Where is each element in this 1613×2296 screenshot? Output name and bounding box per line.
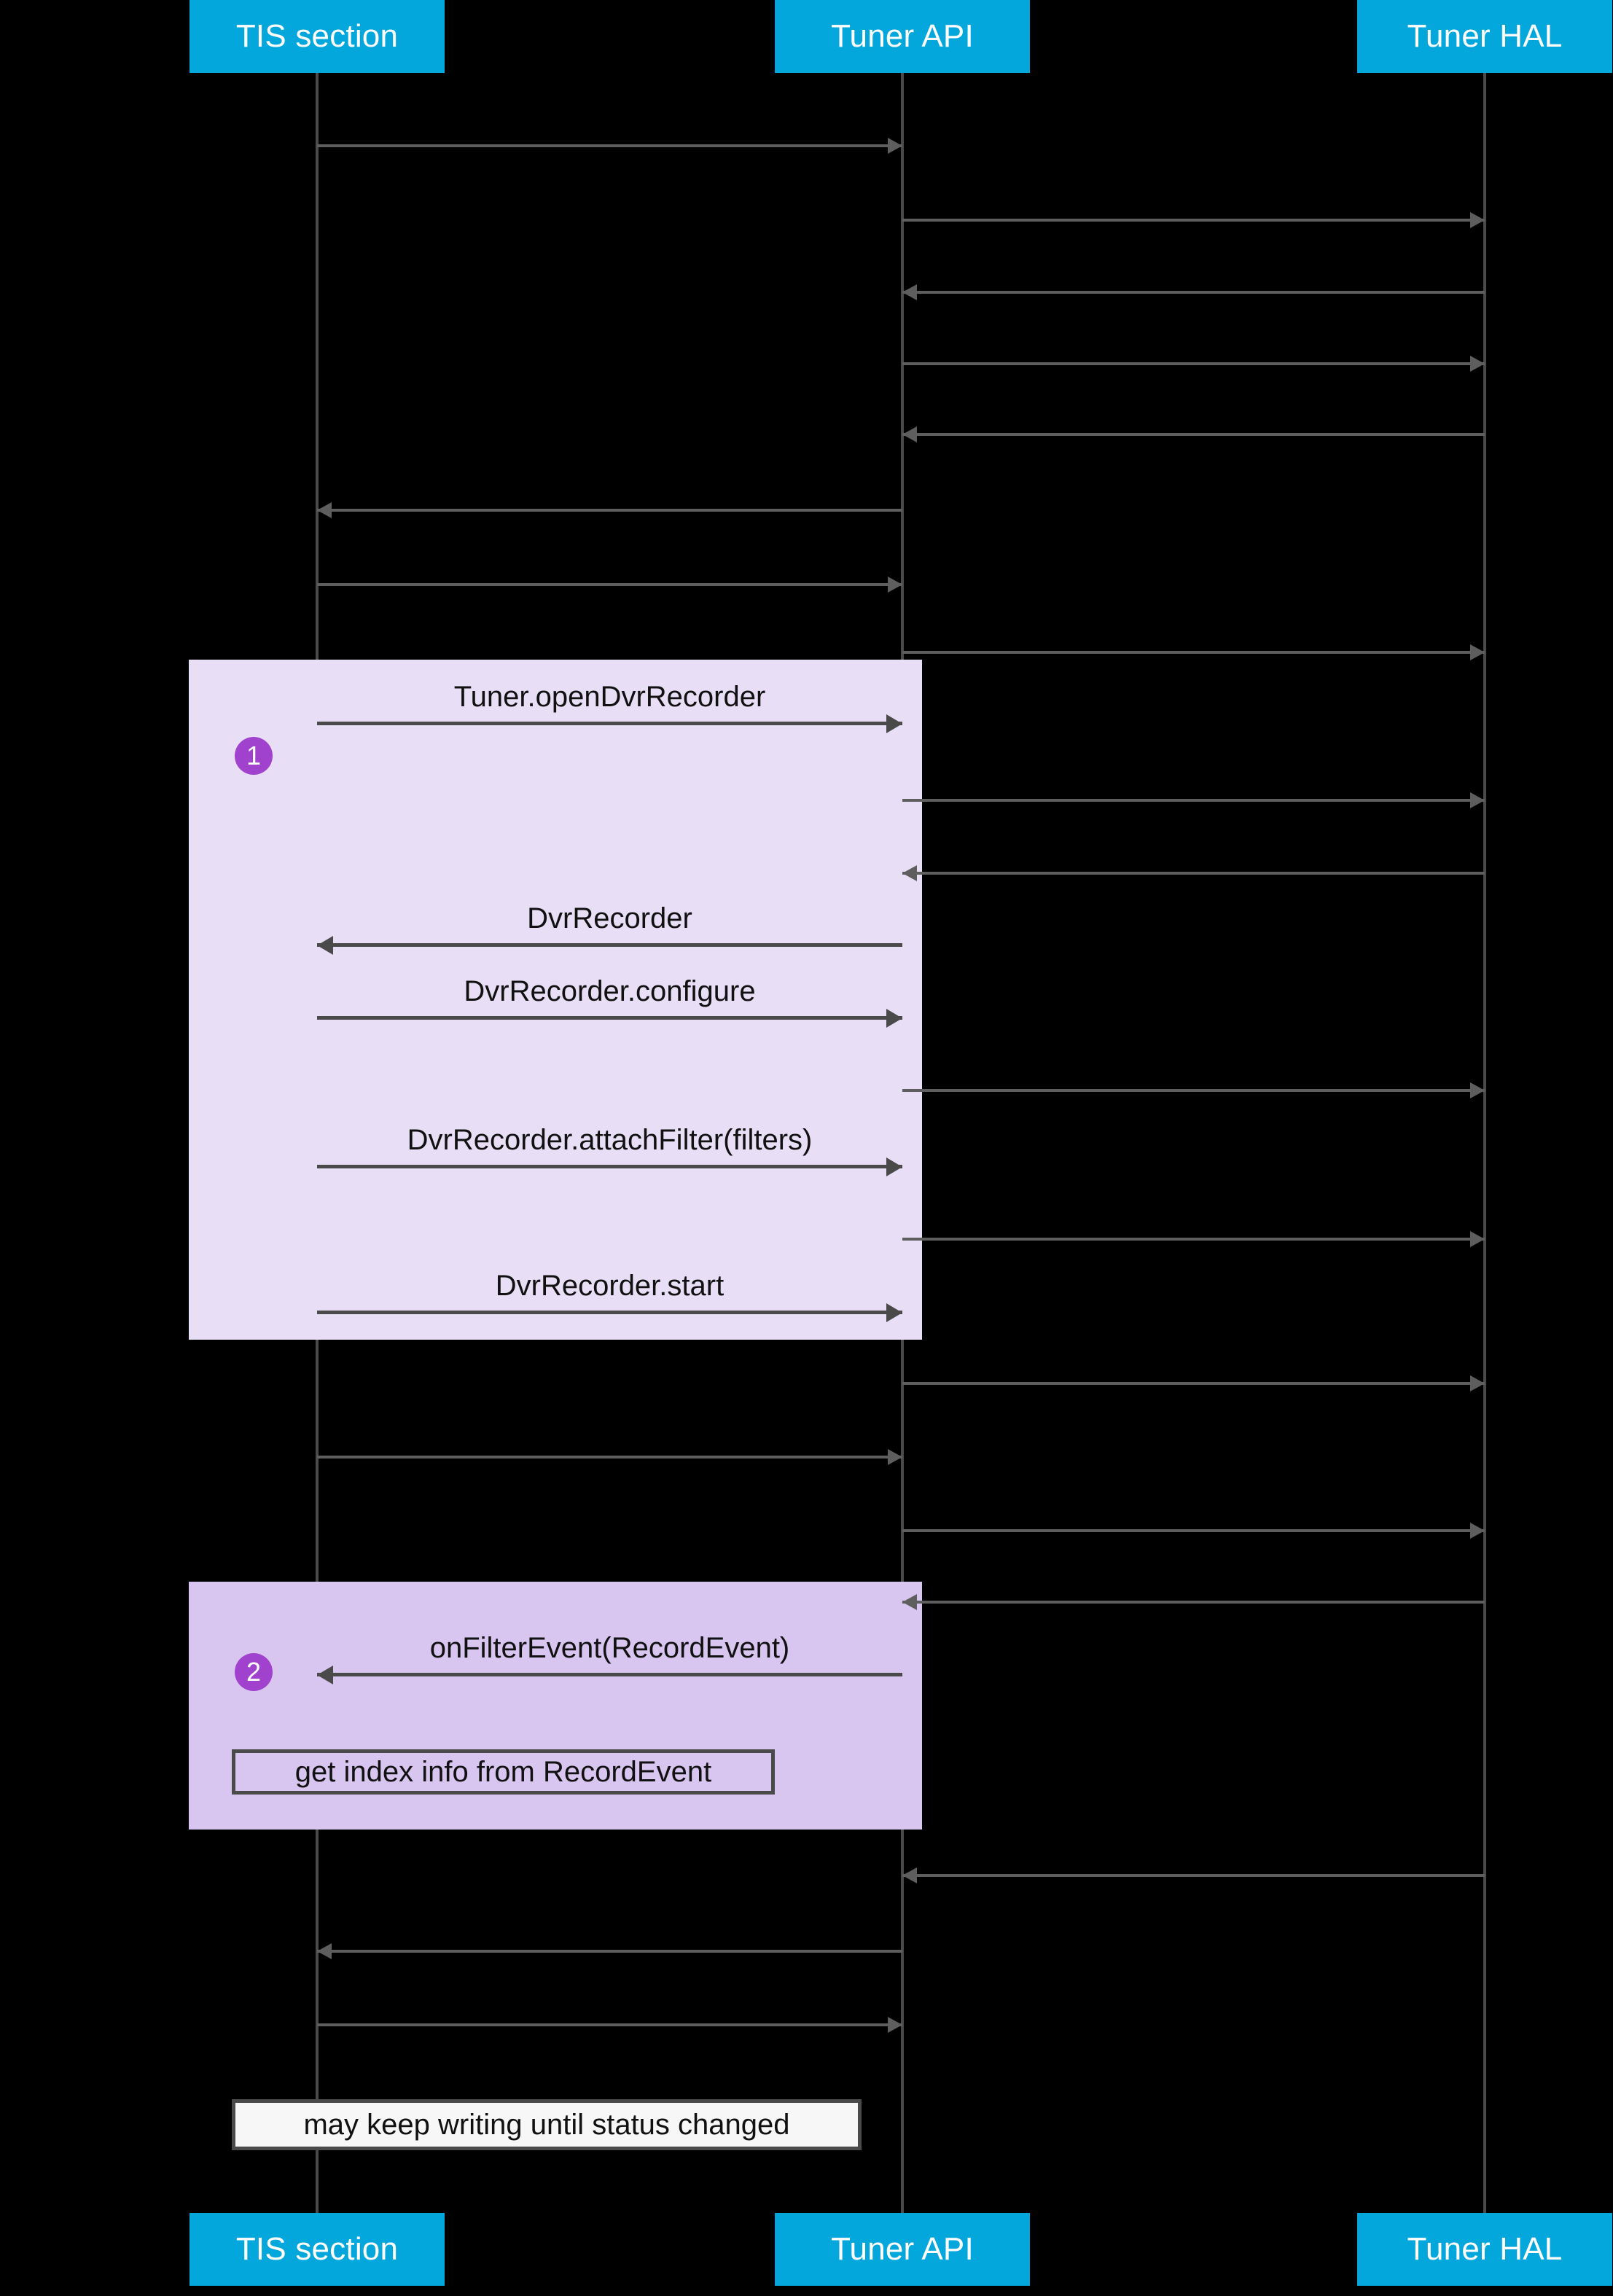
message-arrowhead-m01 (888, 138, 902, 154)
message-arrowhead-m08 (1470, 644, 1485, 660)
message-label-m13: DvrRecorder.configure (464, 975, 756, 1007)
sequence-diagram-canvas: 1 2 Tuner.openDvrRecorder DvrRecorder DvrRe… (0, 0, 1613, 2296)
message-arrowhead-m04 (1470, 356, 1485, 372)
message-line-m03 (902, 291, 1485, 294)
note-keep-writing: may keep writing until status changed (232, 2099, 862, 2150)
message-arrowhead-m07 (888, 577, 902, 593)
message-arrowhead-m03 (902, 284, 917, 300)
message-label-m17: DvrRecorder.start (495, 1270, 725, 1302)
message-arrowhead-m14 (1470, 1082, 1485, 1098)
message-arrowhead-m09 (886, 714, 902, 733)
footer-participant-hal[interactable]: Tuner HAL (1357, 2213, 1612, 2286)
message-line-m17 (317, 1311, 902, 1314)
footer-participant-tis[interactable]: TIS section (190, 2213, 445, 2286)
activation-bar-tuner-api (901, 1166, 922, 1241)
message-line-m10 (902, 799, 1485, 802)
message-arrowhead-m21 (902, 1594, 917, 1610)
message-line-m16 (902, 1238, 1485, 1241)
message-label-m22: onFilterEvent(RecordEvent) (429, 1632, 790, 1664)
message-arrowhead-m11 (902, 865, 917, 881)
group-badge-1: 1 (235, 737, 273, 775)
header-participant-tis[interactable]: TIS section (190, 0, 445, 73)
footer-participant-api[interactable]: Tuner API (775, 2213, 1030, 2286)
message-arrowhead-m19 (888, 1449, 902, 1465)
message-line-m06 (317, 509, 902, 512)
message-arrowhead-m10 (1470, 792, 1485, 808)
activation-bar-tuner-api (901, 802, 922, 1008)
message-label-m12: DvrRecorder (527, 902, 692, 934)
message-line-m23 (902, 1874, 1485, 1877)
message-label-m09: Tuner.openDvrRecorder (453, 681, 766, 713)
message-line-m02 (902, 219, 1485, 222)
activation-bar-tuner-api (901, 660, 922, 791)
message-line-m18 (902, 1382, 1485, 1385)
message-line-m08 (902, 651, 1485, 654)
message-arrowhead-m22 (317, 1665, 333, 1684)
message-line-m15 (317, 1165, 902, 1168)
message-arrowhead-m24 (317, 1943, 332, 1959)
message-line-m09 (317, 722, 902, 725)
message-arrowhead-m16 (1470, 1231, 1485, 1247)
message-line-m07 (317, 583, 902, 586)
activation-bar-tuner-api (901, 1312, 922, 1340)
message-line-m19 (317, 1456, 902, 1459)
message-line-m04 (902, 362, 1485, 365)
message-line-m11 (902, 872, 1485, 875)
message-label-m15: DvrRecorder.attachFilter(filters) (407, 1124, 813, 1156)
message-line-m24 (317, 1950, 902, 1953)
activation-bar-tuner-api (901, 1582, 922, 1830)
message-arrowhead-m23 (902, 1867, 917, 1883)
message-line-m20 (902, 1529, 1485, 1532)
lifeline-hal (1483, 73, 1486, 2213)
message-arrowhead-m15 (886, 1157, 902, 1176)
message-line-m21 (902, 1601, 1485, 1604)
message-line-m25 (317, 2023, 902, 2026)
message-line-m14 (902, 1089, 1485, 1092)
message-line-m22 (317, 1673, 902, 1676)
message-arrowhead-m17 (886, 1303, 902, 1322)
message-arrowhead-m12 (317, 935, 333, 955)
header-participant-hal[interactable]: Tuner HAL (1357, 0, 1612, 73)
message-line-m13 (317, 1016, 902, 1020)
message-arrowhead-m25 (888, 2017, 902, 2033)
message-arrowhead-m18 (1470, 1375, 1485, 1391)
message-arrowhead-m02 (1470, 212, 1485, 228)
message-arrowhead-m06 (317, 502, 332, 518)
note-index-info: get index info from RecordEvent (232, 1749, 775, 1795)
message-line-m12 (317, 943, 902, 947)
message-line-m01 (317, 144, 902, 147)
message-arrowhead-m05 (902, 426, 917, 442)
message-line-m05 (902, 433, 1485, 436)
group-badge-2: 2 (235, 1653, 273, 1691)
message-arrowhead-m13 (886, 1008, 902, 1028)
message-arrowhead-m20 (1470, 1523, 1485, 1539)
header-participant-api[interactable]: Tuner API (775, 0, 1030, 73)
